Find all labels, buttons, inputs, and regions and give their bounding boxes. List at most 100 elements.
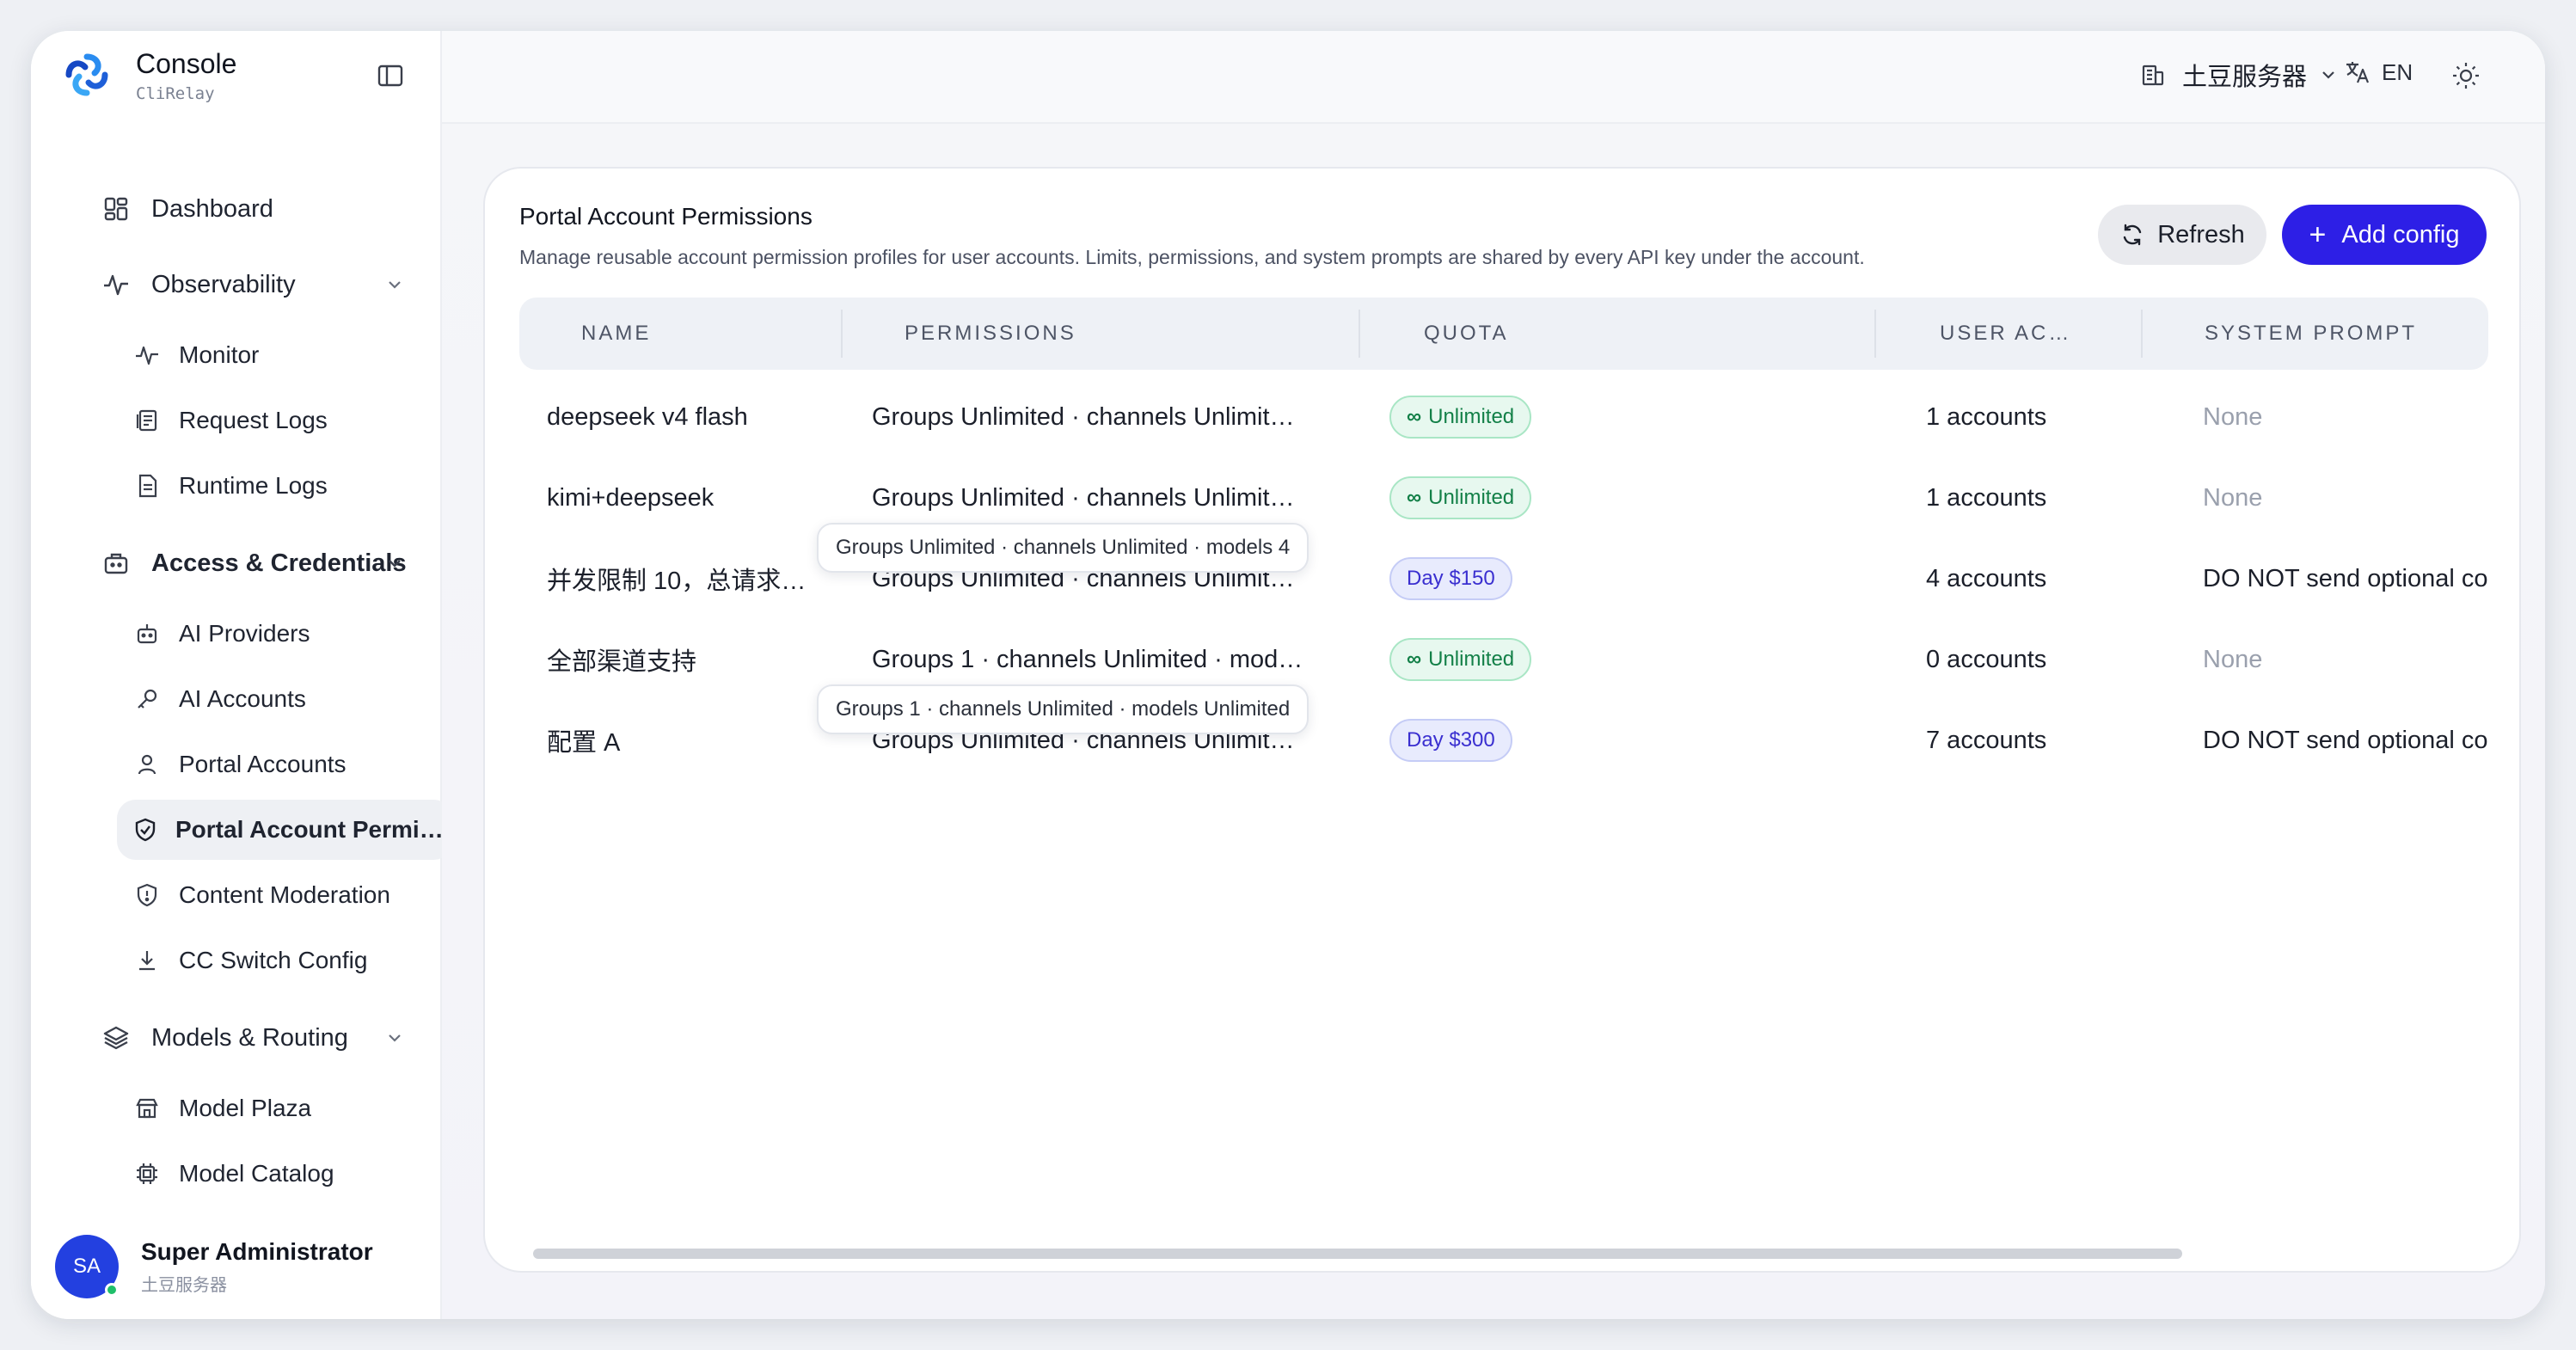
horizontal-scrollbar[interactable] [533, 1249, 2182, 1259]
sidebar-item-ai-providers[interactable]: AI Providers [117, 604, 452, 664]
chevron-down-icon [389, 1034, 401, 1042]
topbar: 土豆服务器 EN [442, 31, 2545, 124]
cell-quota: ∞ Unlimited [1389, 377, 1733, 457]
file-text-icon [132, 471, 162, 500]
sidebar-item-content-moderation[interactable]: Content Moderation [117, 865, 452, 925]
cell-quota: ∞ Unlimited [1389, 457, 1733, 538]
key-icon [132, 684, 162, 714]
pulse-icon [132, 341, 162, 370]
column-divider [1874, 310, 1876, 358]
brand-title: Console [136, 48, 237, 79]
cell-system-prompt: DO NOT send optional commer [2203, 564, 2488, 592]
sidebar: Console CliRelay Dashboard Observability [31, 31, 452, 1319]
permissions-tooltip: Groups Unlimited · channels Unlimited · … [817, 523, 1309, 573]
cell-system-prompt: None [2203, 645, 2263, 673]
online-status-dot [105, 1283, 119, 1297]
cell-quota: Day $150 [1389, 538, 1733, 619]
sidebar-item-monitor[interactable]: Monitor [117, 325, 452, 385]
table-header: NAME PERMISSIONS QUOTA USER AC… SYSTEM P… [519, 298, 2488, 370]
translate-icon [2346, 62, 2370, 83]
sidebar-item-request-logs[interactable]: Request Logs [117, 390, 452, 451]
add-config-button[interactable]: + Add config [2282, 205, 2487, 265]
cell-quota: Day $300 [1389, 700, 1733, 781]
infinity-icon: ∞ [1407, 405, 1422, 428]
infinity-icon: ∞ [1407, 486, 1422, 509]
download-icon [132, 946, 162, 975]
sidebar-item-label: Dashboard [151, 194, 273, 223]
server-selector[interactable]: 土豆服务器 [2139, 57, 2353, 93]
briefcase-icon [101, 549, 131, 578]
sidebar-item-label: CC Switch Config [179, 947, 368, 973]
bot-icon [132, 619, 162, 648]
column-divider [841, 310, 843, 358]
cell-system-prompt: None [2203, 483, 2263, 512]
table-row[interactable]: kimi+deepseek Groups Unlimited · channels… [519, 457, 2488, 538]
quota-badge: Day $150 [1389, 557, 1512, 600]
sidebar-item-label: Models & Routing [151, 1023, 348, 1052]
cell-user-accounts: 4 accounts [1926, 564, 2047, 592]
logo-icon [65, 53, 108, 96]
layers-icon [101, 1023, 131, 1052]
sun-icon[interactable] [2450, 60, 2481, 91]
sidebar-item-portal-accounts[interactable]: Portal Accounts [117, 734, 452, 795]
sidebar-item-cc-switch-config[interactable]: CC Switch Config [117, 930, 452, 991]
sidebar-item-label: Observability [151, 270, 296, 298]
cell-user-accounts: 7 accounts [1926, 726, 2047, 754]
permissions-tooltip: Groups 1 · channels Unlimited · models U… [817, 684, 1309, 734]
column-header-quota[interactable]: QUOTA [1424, 298, 1509, 370]
refresh-button[interactable]: Refresh [2098, 205, 2266, 265]
sidebar-group-access[interactable]: Access & Credentials [69, 533, 439, 593]
sidebar-item-ai-accounts[interactable]: AI Accounts [117, 669, 452, 729]
user-profile[interactable]: SA Super Administrator 土豆服务器 [55, 1235, 373, 1298]
table-row[interactable]: 配置 A Groups Unlimited · channels Unlimit…… [519, 700, 2488, 781]
column-header-name[interactable]: NAME [581, 298, 651, 370]
language-code: EN [2382, 58, 2413, 85]
column-header-system-prompt[interactable]: SYSTEM PROMPT [2205, 298, 2417, 370]
refresh-label: Refresh [2157, 220, 2245, 249]
cell-name: 并发限制 10，总请求… [547, 568, 807, 595]
avatar: SA [55, 1235, 119, 1298]
brand-subtitle: CliRelay [136, 84, 215, 103]
quota-badge: ∞ Unlimited [1389, 638, 1532, 681]
app-window: Console CliRelay Dashboard Observability [31, 31, 2545, 1319]
table-row[interactable]: deepseek v4 flash Groups Unlimited · chan… [519, 377, 2488, 457]
cell-quota: ∞ Unlimited [1389, 619, 1733, 700]
store-icon [132, 1094, 162, 1123]
chevron-down-icon [2322, 71, 2334, 79]
sidebar-group-models-routing[interactable]: Models & Routing [69, 1008, 439, 1068]
column-divider [1359, 310, 1360, 358]
brand[interactable]: Console CliRelay [62, 46, 236, 103]
sidebar-item-model-plaza[interactable]: Model Plaza [117, 1078, 452, 1138]
sidebar-item-label: AI Providers [179, 620, 310, 647]
permissions-card: Portal Account Permissions Manage reusab… [483, 167, 2521, 1273]
chevron-down-icon [389, 281, 401, 289]
sidebar-item-model-catalog[interactable]: Model Catalog [117, 1144, 452, 1204]
quota-label: Unlimited [1428, 486, 1515, 509]
cell-user-accounts: 1 accounts [1926, 402, 2047, 431]
avatar-initials: SA [72, 1255, 101, 1278]
quota-badge: ∞ Unlimited [1389, 476, 1532, 519]
sidebar-item-label: Request Logs [179, 407, 328, 433]
quota-badge: ∞ Unlimited [1389, 396, 1532, 439]
logs-icon [132, 406, 162, 435]
page-description: Manage reusable account permission profi… [519, 246, 1865, 268]
dashboard-icon [101, 194, 131, 224]
sidebar-item-runtime-logs[interactable]: Runtime Logs [117, 456, 452, 516]
infinity-icon: ∞ [1407, 647, 1422, 671]
quota-label: Day $150 [1407, 567, 1495, 590]
table-row[interactable]: 全部渠道支持 Groups 1 · channels Unlimited · mo… [519, 619, 2488, 700]
column-header-permissions[interactable]: PERMISSIONS [905, 298, 1076, 370]
sidebar-toggle-icon[interactable] [375, 60, 406, 91]
sidebar-item-dashboard[interactable]: Dashboard [69, 179, 439, 239]
sidebar-item-label: Runtime Logs [179, 472, 328, 499]
cell-name: 全部渠道支持 [547, 648, 697, 676]
column-divider [2141, 310, 2143, 358]
table-row[interactable]: 并发限制 10，总请求… Groups Unlimited · channels … [519, 538, 2488, 619]
language-switcher[interactable]: EN [2344, 58, 2413, 86]
column-header-user-accounts[interactable]: USER AC… [1940, 298, 2071, 370]
sidebar-group-observability[interactable]: Observability [69, 255, 439, 315]
sidebar-item-portal-account-permissions[interactable]: Portal Account Permissions [117, 800, 452, 860]
cell-user-accounts: 0 accounts [1926, 645, 2047, 673]
page-title: Portal Account Permissions [519, 203, 813, 230]
cell-system-prompt: None [2203, 402, 2263, 431]
